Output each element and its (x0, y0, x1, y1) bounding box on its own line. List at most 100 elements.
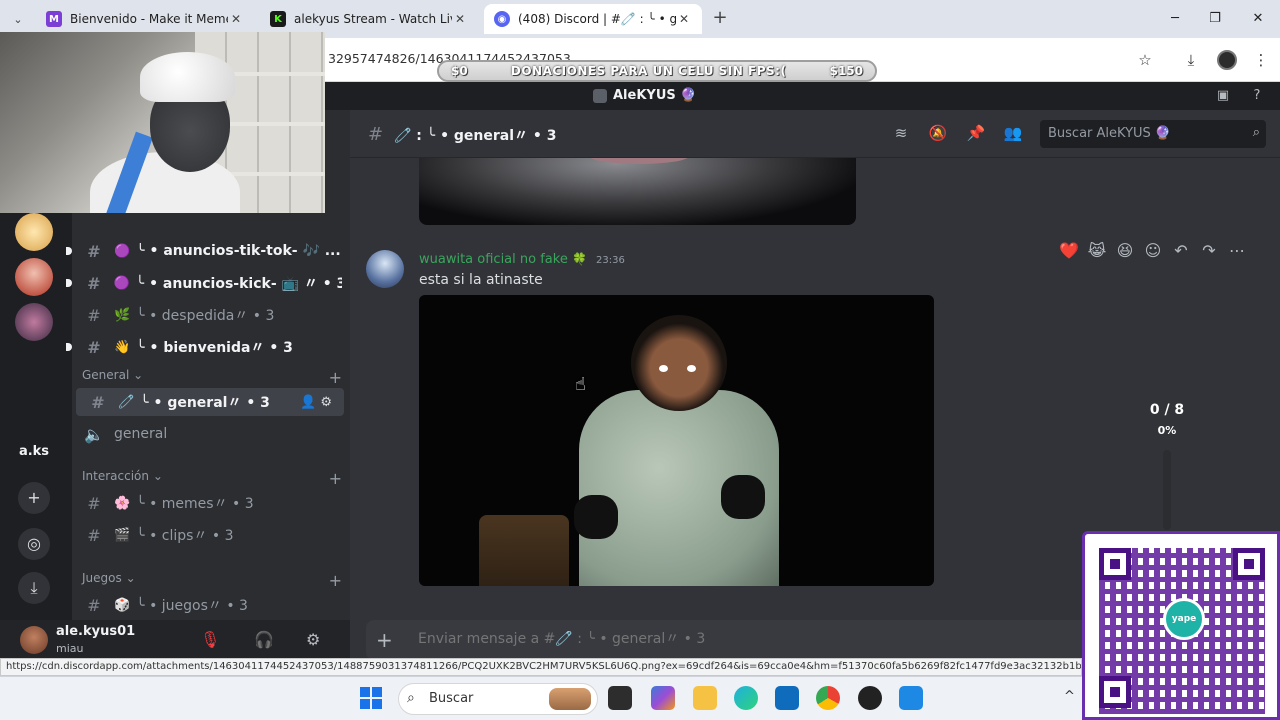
profile-avatar[interactable] (1217, 50, 1237, 70)
server-icon-anime[interactable] (15, 258, 53, 296)
taskbar-search[interactable]: ⌕ Buscar (398, 683, 598, 715)
category-juegos[interactable]: Juegos ⌄ + (82, 571, 342, 590)
channel-emoji: 🌿 (114, 307, 131, 323)
edge-icon[interactable] (734, 686, 758, 710)
previous-image-attachment[interactable] (419, 158, 856, 225)
new-tab-plus-icon[interactable]: + (710, 9, 730, 29)
file-explorer-icon[interactable] (693, 686, 717, 710)
tab-title: Bienvenido - Make it Meme (70, 12, 228, 26)
user-panel: ale.kyus01 miau 🎙 🎧 ⚙ (0, 620, 350, 658)
hash-icon: # (368, 124, 384, 145)
attach-plus-icon[interactable]: + (376, 628, 393, 652)
message-image-attachment[interactable] (419, 295, 934, 586)
create-channel-plus-icon[interactable]: + (329, 469, 342, 488)
message-list: wuawita oficial no fake 🍀 23:36 esta si … (350, 158, 1280, 588)
channel-label: ╰ • anuncios-tik-tok- 🎶 ... (136, 243, 341, 259)
counter-count: 0 / 8 (1149, 402, 1185, 418)
author-name: wuawita oficial no fake (419, 252, 568, 267)
help-icon[interactable]: ? (1248, 87, 1266, 105)
channel-bienvenida[interactable]: # 👋 ╰ • bienvenida〃 • 3 (66, 333, 342, 361)
close-tab-icon[interactable]: ✕ (676, 12, 692, 26)
channel-juegos[interactable]: # 🎲 ╰ • juegos〃 • 3 (72, 591, 342, 619)
download-icon[interactable]: ⤓ (1180, 49, 1202, 71)
discover-compass-icon[interactable]: ◎ (18, 528, 50, 560)
user-avatar[interactable] (20, 626, 48, 654)
windows-start-icon[interactable] (360, 687, 382, 709)
channel-label: ╰ • despedida〃 • 3 (136, 308, 275, 324)
notification-bell-muted-icon[interactable]: 🔕 (927, 124, 949, 144)
author-avatar[interactable] (366, 250, 404, 288)
create-channel-plus-icon[interactable]: + (329, 571, 342, 590)
close-tab-icon[interactable]: ✕ (452, 12, 468, 26)
message-input[interactable] (418, 631, 1058, 647)
close-window-icon[interactable]: ✕ (1247, 8, 1269, 30)
channel-anuncios-kick[interactable]: # 🟣 ╰ • anuncios-kick- 📺 〃 • 3 (66, 269, 342, 297)
channel-general-voice[interactable]: 🔈 general (72, 420, 342, 448)
server-icon-group[interactable] (15, 303, 53, 341)
photos-icon[interactable] (899, 686, 923, 710)
reply-icon[interactable]: ↶ (1170, 241, 1192, 260)
task-view-icon[interactable] (608, 686, 632, 710)
webcam-person-cap (140, 52, 235, 102)
add-reaction-icon[interactable]: ☺ (1142, 241, 1164, 260)
chrome-icon[interactable] (816, 686, 840, 710)
hash-icon: # (87, 337, 101, 357)
user-settings-gear-icon[interactable]: ⚙ (306, 630, 320, 649)
download-apps-icon[interactable]: ⤓ (18, 572, 50, 604)
headphones-icon[interactable]: 🎧 (254, 630, 274, 649)
qr-finder (1099, 676, 1131, 708)
threads-icon[interactable]: ≋ (890, 124, 912, 144)
server-icon-aks[interactable]: a.ks (10, 444, 58, 459)
image-person-hand (721, 475, 765, 519)
outlook-icon[interactable] (775, 686, 799, 710)
user-status: miau (56, 642, 84, 655)
inbox-icon[interactable]: ▣ (1214, 87, 1232, 105)
channel-memes[interactable]: # 🌸 ╰ • memes〃 • 3 (72, 489, 342, 517)
tab-search-chevron-icon[interactable]: ⌄ (8, 9, 28, 29)
category-general[interactable]: General ⌄ + (82, 368, 342, 387)
discord-icon: ◉ (494, 11, 510, 27)
reaction-laughing-icon[interactable]: 😆 (1114, 241, 1136, 260)
minimize-icon[interactable]: ─ (1164, 8, 1186, 30)
search-input[interactable]: Buscar AleKYUS 🔮 ⌕ (1040, 120, 1266, 148)
category-interaccion[interactable]: Interacción ⌄ + (82, 469, 342, 488)
channel-title: 🧷 : ╰ • general〃 • 3 (394, 128, 557, 144)
link-status-bar: https://cdn.discordapp.com/attachments/1… (0, 658, 1082, 676)
tab-discord[interactable]: ◉ (408) Discord | #🧷 : ╰ • genera ✕ (484, 4, 702, 34)
webcam-overlay (0, 32, 325, 213)
obs-icon[interactable] (858, 686, 882, 710)
search-highlight-image (549, 688, 591, 710)
chevron-up-icon[interactable]: ^ (1064, 689, 1075, 704)
category-label: Interacción (82, 469, 149, 483)
server-icon (593, 88, 607, 103)
tab-make-it-meme[interactable]: M Bienvenido - Make it Meme ✕ (36, 4, 254, 34)
category-label: Juegos (82, 571, 122, 585)
member-list-icon[interactable]: 👥 (1002, 124, 1024, 144)
channel-anuncios-tik-tok[interactable]: # 🟣 ╰ • anuncios-tik-tok- 🎶 ... (66, 237, 342, 265)
search-icon: ⌕ (1252, 125, 1260, 140)
server-icon-pou[interactable] (15, 213, 53, 251)
channel-despedida[interactable]: # 🌿 ╰ • despedida〃 • 3 (72, 301, 342, 329)
channel-label: ╰ • general〃 • 3 (140, 395, 270, 411)
add-server-icon[interactable]: + (18, 482, 50, 514)
channel-clips[interactable]: # 🎬 ╰ • clips〃 • 3 (72, 521, 342, 549)
image-person-head (631, 315, 727, 411)
pin-icon[interactable]: 📌 (965, 124, 987, 144)
close-tab-icon[interactable]: ✕ (228, 12, 244, 26)
bookmark-star-icon[interactable]: ☆ (1134, 49, 1156, 71)
channel-invite-settings-icons[interactable]: 👤⚙ (300, 395, 336, 410)
channel-general-selected[interactable]: # 🧷 ╰ • general〃 • 3 👤⚙ (76, 388, 344, 416)
create-channel-plus-icon[interactable]: + (329, 368, 342, 387)
tab-kick-stream[interactable]: K alekyus Stream - Watch Live on ✕ (260, 4, 478, 34)
restore-icon[interactable]: ❐ (1204, 8, 1226, 30)
reaction-heart-icon[interactable]: ❤️ (1058, 241, 1080, 260)
kebab-menu-icon[interactable]: ⋮ (1250, 49, 1272, 71)
message-author[interactable]: wuawita oficial no fake 🍀 (419, 252, 587, 267)
reaction-joy-cat-icon[interactable]: 😹 (1086, 241, 1108, 260)
tab-title: (408) Discord | #🧷 : ╰ • genera (518, 12, 676, 26)
copilot-icon[interactable] (651, 686, 675, 710)
username: ale.kyus01 (56, 624, 136, 639)
more-options-icon[interactable]: ⋯ (1226, 241, 1248, 260)
microphone-muted-icon[interactable]: 🎙 (200, 630, 220, 649)
forward-icon[interactable]: ↷ (1198, 241, 1220, 260)
